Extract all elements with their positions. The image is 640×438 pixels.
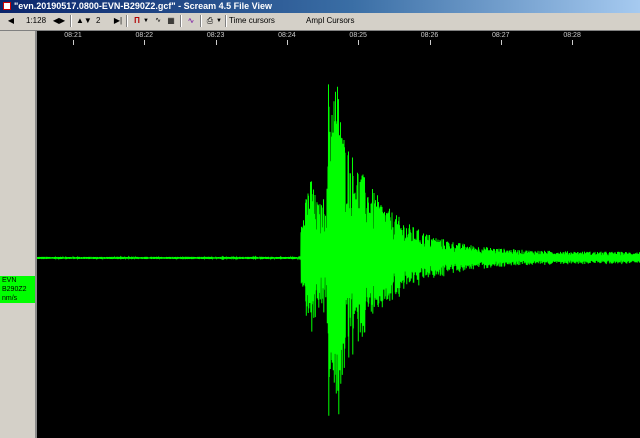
ampl-cursors-button[interactable]: Ampl Cursors	[306, 15, 354, 27]
toolbar-separator	[180, 15, 182, 27]
amplitude-expand-button[interactable]: ▲▼	[76, 15, 92, 27]
toolbar: ◀ 1:128 ◀▶ ▲▼ 2 ▶| П ▼ ∿ ▦ ∿ ⎙ ▼ Time cu…	[0, 13, 640, 31]
print-dropdown-chevron-icon[interactable]: ▼	[216, 15, 222, 27]
spectrum-icon[interactable]: ∿	[185, 15, 197, 27]
title-bar[interactable]: "evn.20190517.0800-EVN-B290Z2.gcf" - Scr…	[0, 0, 640, 13]
channel-label[interactable]: EVN B290Z2 nm/s	[0, 276, 35, 303]
seismic-trace	[37, 84, 640, 416]
scream-file-view-window: "evn.20190517.0800-EVN-B290Z2.gcf" - Scr…	[0, 0, 640, 438]
play-icon[interactable]: ▶|	[112, 15, 124, 27]
toolbar-separator	[200, 15, 202, 27]
time-expand-button[interactable]: ◀▶	[52, 15, 66, 27]
time-scale-value: 1:128	[26, 16, 47, 25]
toolbar-separator	[126, 15, 128, 27]
channel-units: nm/s	[2, 295, 18, 302]
fit-to-window-icon[interactable]: ▦	[166, 15, 176, 27]
waveform-mode-icon[interactable]: ∿	[153, 15, 163, 27]
window-title: "evn.20190517.0800-EVN-B290Z2.gcf" - Scr…	[14, 1, 273, 11]
toolbar-separator	[225, 15, 227, 27]
waveform-plot[interactable]: 08:21 08:22 08:23 08:24 08:25 08:26 08:27 08:28	[37, 31, 640, 438]
channel-panel: EVN B290Z2 nm/s	[0, 31, 37, 438]
zoom-out-icon[interactable]: ◀	[4, 15, 18, 27]
time-cursors-button[interactable]: Time cursors	[229, 15, 275, 27]
gain-value: 2	[96, 16, 101, 25]
channel-station: EVN	[2, 277, 17, 284]
app-icon	[3, 2, 11, 10]
channel-stream: B290Z2	[2, 286, 27, 293]
filter-icon[interactable]: П	[131, 15, 143, 27]
print-icon[interactable]: ⎙	[204, 15, 216, 27]
toolbar-separator	[70, 15, 72, 27]
filter-dropdown-chevron-icon[interactable]: ▼	[143, 15, 149, 27]
trace-path	[37, 84, 640, 416]
